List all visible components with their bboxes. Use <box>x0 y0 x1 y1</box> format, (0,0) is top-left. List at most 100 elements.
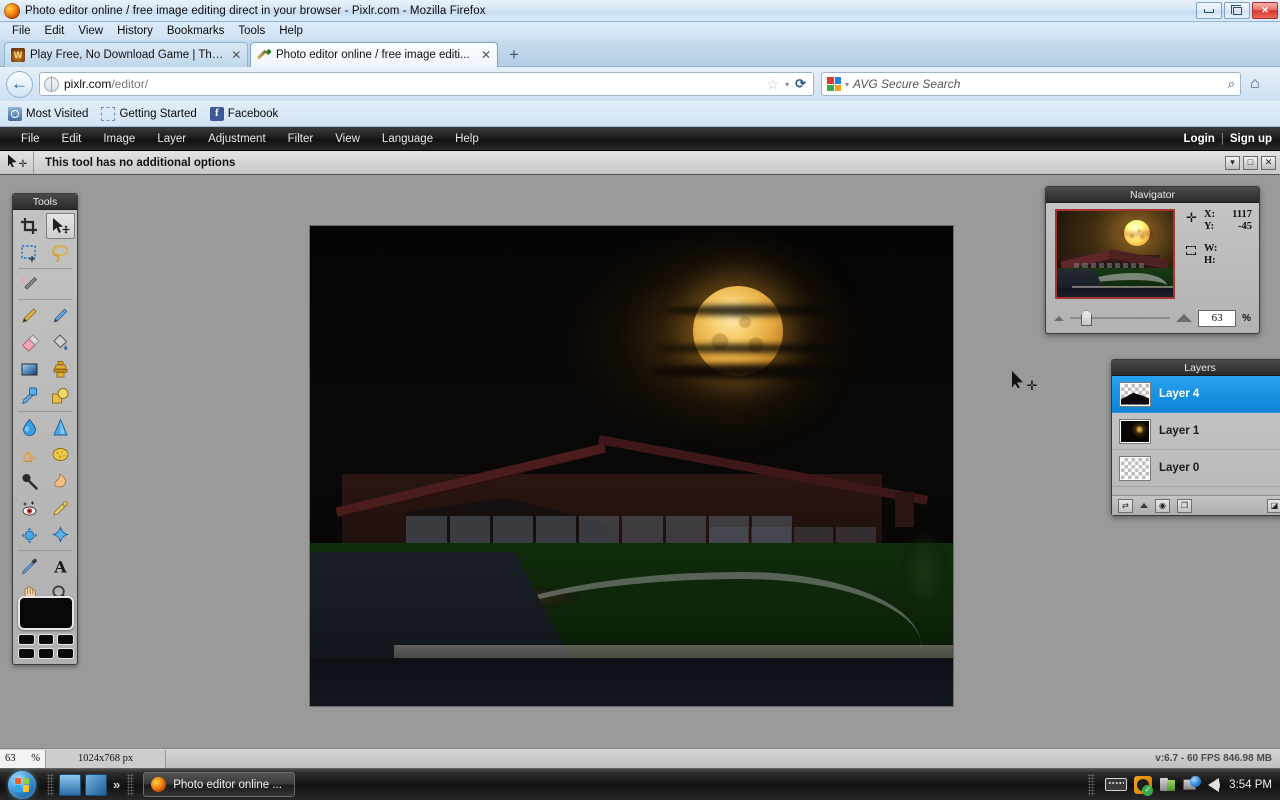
navigator-thumbnail[interactable] <box>1055 209 1175 299</box>
pixlr-menu-adjustment[interactable]: Adjustment <box>197 133 277 145</box>
search-bar[interactable]: ▾ AVG Secure Search ⌕ <box>821 72 1241 96</box>
layers-panel[interactable]: Layers Layer 4 Layer 1 Layer 0 ⇄ ◉ ❐ ◪ <box>1111 359 1280 516</box>
delete-layer-button[interactable]: ◪ <box>1267 498 1280 513</box>
browser-menu-help[interactable]: Help <box>272 24 310 38</box>
browser-menu-bookmarks[interactable]: Bookmarks <box>160 24 232 38</box>
editor-close-icon[interactable]: ✕ <box>1261 155 1276 170</box>
dodge-tool[interactable] <box>15 468 45 494</box>
type-tool[interactable]: A <box>46 553 76 579</box>
layer-item-1[interactable]: Layer 1 <box>1112 413 1280 450</box>
address-bar[interactable]: pixlr.com/editor/ ☆ ▾ ⟳ <box>39 72 814 96</box>
lasso-tool[interactable] <box>46 240 76 266</box>
taskbar-task-firefox[interactable]: Photo editor online ... <box>143 772 295 797</box>
login-link[interactable]: Login <box>1184 133 1215 145</box>
layer-settings-button[interactable]: ⇄ <box>1118 498 1133 513</box>
search-icon[interactable]: ⌕ <box>1228 76 1235 92</box>
browser-menu-edit[interactable]: Edit <box>38 24 72 38</box>
browser-menu-tools[interactable]: Tools <box>231 24 272 38</box>
marquee-select-tool[interactable] <box>15 240 45 266</box>
zoom-input[interactable]: 63 <box>1198 309 1237 327</box>
switch-windows-icon[interactable] <box>85 773 107 796</box>
show-desktop-icon[interactable] <box>59 773 81 796</box>
color-swatch[interactable] <box>37 648 55 659</box>
editor-minimize-icon[interactable]: ▾ <box>1225 155 1240 170</box>
bookmark-star-icon[interactable]: ☆ <box>767 76 780 93</box>
pencil-tool[interactable] <box>15 302 45 328</box>
color-swatch[interactable] <box>57 648 74 659</box>
color-swatch[interactable] <box>18 634 35 645</box>
red-eye-tool[interactable] <box>15 495 45 521</box>
image-canvas[interactable] <box>309 225 954 707</box>
color-picker-tool[interactable] <box>15 553 45 579</box>
pixlr-menu-image[interactable]: Image <box>92 133 146 145</box>
gradient-tool[interactable] <box>15 356 45 382</box>
layer-item-4[interactable]: Layer 4 <box>1112 376 1280 413</box>
sharpen-tool[interactable] <box>46 414 76 440</box>
zoom-out-icon[interactable] <box>1054 315 1064 321</box>
spot-heal-tool[interactable] <box>46 495 76 521</box>
primary-color-swatch[interactable] <box>18 596 74 630</box>
browser-menu-history[interactable]: History <box>110 24 160 38</box>
bloat-tool[interactable] <box>15 522 45 548</box>
pixlr-menu-layer[interactable]: Layer <box>146 133 197 145</box>
crop-tool[interactable] <box>15 213 45 239</box>
signup-link[interactable]: Sign up <box>1230 133 1272 145</box>
back-button-icon[interactable]: ← <box>6 70 33 98</box>
editor-stage[interactable]: ✛ Tools A Navigator ✛ X: 1117 Y: -45 W: … <box>0 175 1280 748</box>
tools-panel[interactable]: Tools A <box>12 193 78 665</box>
pixlr-menu-view[interactable]: View <box>324 133 371 145</box>
status-zoom[interactable]: 63 % <box>0 749 46 768</box>
layer-menu-caret-icon[interactable] <box>1140 503 1148 508</box>
new-tab-button[interactable]: + <box>503 45 525 65</box>
toolbar-grip[interactable] <box>47 773 54 796</box>
pixlr-menu-help[interactable]: Help <box>444 133 490 145</box>
color-swatch[interactable] <box>18 648 35 659</box>
reload-icon[interactable]: ⟳ <box>795 76 806 92</box>
wand-select-tool[interactable] <box>15 271 45 297</box>
bookmark-getting-started[interactable]: Getting Started <box>101 106 197 121</box>
paint-bucket-tool[interactable] <box>46 329 76 355</box>
blur-tool[interactable] <box>15 414 45 440</box>
avg-logo-icon[interactable] <box>827 77 841 91</box>
color-swatch[interactable] <box>37 634 55 645</box>
pixlr-menu-filter[interactable]: Filter <box>277 133 325 145</box>
tab-close-icon[interactable]: ✕ <box>479 48 493 62</box>
chevron-down-icon[interactable]: ▾ <box>785 80 789 89</box>
network-icon[interactable] <box>1183 776 1202 793</box>
editor-maximize-icon[interactable]: □ <box>1243 155 1258 170</box>
brush-tool[interactable] <box>46 302 76 328</box>
search-input[interactable]: AVG Secure Search <box>853 77 1224 91</box>
tray-grip[interactable] <box>1088 773 1096 796</box>
eraser-tool[interactable] <box>15 329 45 355</box>
color-swatch[interactable] <box>57 634 74 645</box>
zoom-in-icon[interactable] <box>1176 314 1193 322</box>
volume-icon[interactable] <box>1208 777 1221 792</box>
maximize-icon[interactable] <box>1224 2 1250 19</box>
close-icon[interactable]: ✕ <box>1252 2 1278 19</box>
home-icon[interactable]: ⌂ <box>1250 75 1260 93</box>
start-orb-icon[interactable] <box>0 770 44 800</box>
browser-menu-file[interactable]: File <box>5 24 38 38</box>
new-layer-button[interactable]: ❐ <box>1177 498 1192 513</box>
pixlr-menu-language[interactable]: Language <box>371 133 444 145</box>
overflow-chevron-icon[interactable]: » <box>113 777 120 792</box>
zoom-slider[interactable] <box>1070 310 1171 326</box>
move-tool[interactable] <box>45 213 75 239</box>
navigator-panel[interactable]: Navigator ✛ X: 1117 Y: -45 W: H: 63 % <box>1045 186 1260 334</box>
minimize-icon[interactable] <box>1196 2 1222 19</box>
zoom-slider-handle[interactable] <box>1081 310 1092 326</box>
layer-thumbnail[interactable] <box>1120 456 1150 480</box>
layer-thumbnail[interactable] <box>1120 419 1150 443</box>
power-plug-icon[interactable] <box>1159 776 1176 793</box>
browser-tab-game[interactable]: Play Free, No Download Game | Thirs... ✕ <box>4 42 248 67</box>
burn-tool[interactable] <box>46 468 76 494</box>
browser-menu-view[interactable]: View <box>71 24 110 38</box>
color-replace-tool[interactable] <box>15 383 45 409</box>
pinch-tool[interactable] <box>46 522 76 548</box>
clone-stamp-tool[interactable] <box>46 356 76 382</box>
bookmark-facebook[interactable]: f Facebook <box>209 106 278 121</box>
avg-antivirus-icon[interactable] <box>1134 775 1154 796</box>
layer-item-0[interactable]: Layer 0 <box>1112 450 1280 487</box>
bookmark-most-visited[interactable]: Most Visited <box>8 106 88 121</box>
keyboard-layout-icon[interactable] <box>1105 778 1128 791</box>
